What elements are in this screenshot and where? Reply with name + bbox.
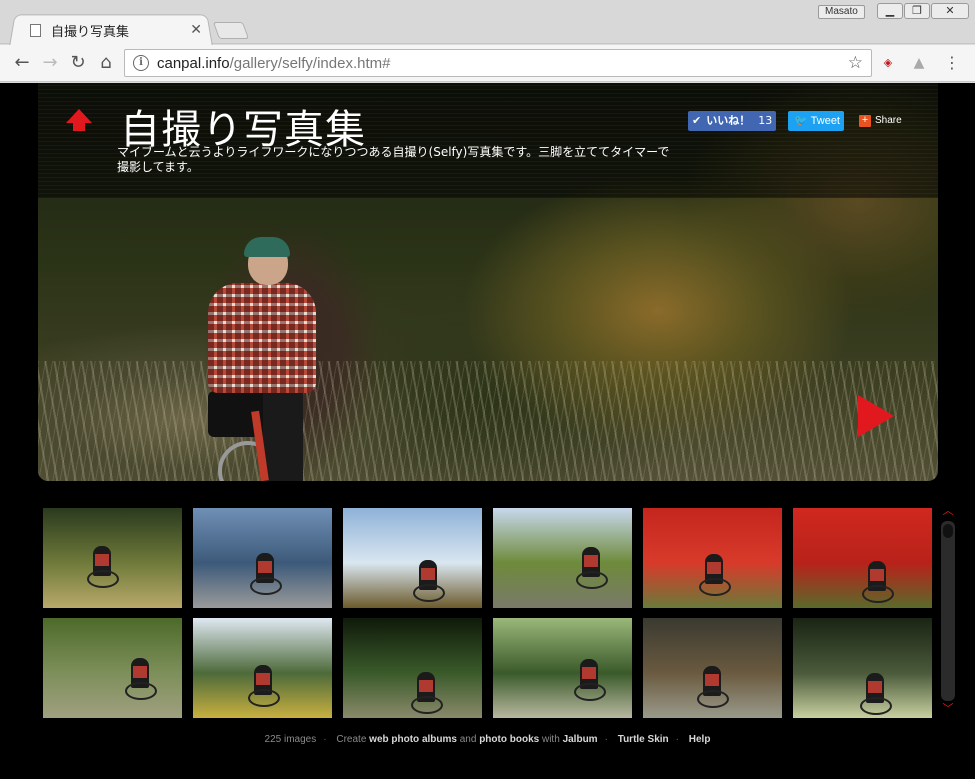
photo-books-link[interactable]: photo books: [479, 734, 539, 745]
minimize-icon[interactable]: ▁: [877, 3, 903, 19]
tweet-button[interactable]: 🐦 Tweet: [788, 111, 844, 131]
like-count: 13: [758, 114, 773, 127]
url-host: canpal.info: [157, 55, 230, 72]
thumbnail-cyclist: [250, 553, 282, 595]
thumbnail-cyclist: [699, 554, 731, 596]
thumbnail-11[interactable]: [643, 618, 782, 718]
thumbnail-cyclist: [413, 560, 445, 602]
url-text[interactable]: canpal.info/gallery/selfy/index.htm#: [157, 55, 390, 72]
tab-gallery[interactable]: 自撮り写真集 ✕: [24, 16, 208, 44]
home-icon[interactable]: ⌂: [94, 51, 118, 75]
rider-shirt: [208, 283, 316, 393]
thumbnail-1[interactable]: [43, 508, 182, 608]
web-albums-link[interactable]: web photo albums: [369, 734, 457, 745]
menu-dots-icon[interactable]: ⋮: [942, 53, 962, 73]
thumbnail-cyclist: [125, 658, 157, 700]
tab-title: 自撮り写真集: [51, 23, 130, 39]
up-arrow-icon[interactable]: [66, 109, 92, 137]
reload-icon[interactable]: ↻: [66, 51, 90, 75]
check-icon: ✔: [692, 114, 702, 127]
thumbnail-cyclist: [860, 673, 892, 715]
maximize-icon[interactable]: ❐: [904, 3, 930, 19]
browser-window: 自撮り写真集 ✕ Masato ▁ ❐ ✕ ← → ↻ ⌂ i canpal.i…: [0, 0, 975, 779]
thumbnail-10[interactable]: [493, 618, 632, 718]
image-count: 225 images: [264, 734, 317, 745]
skin-link[interactable]: Turtle Skin: [618, 734, 669, 745]
info-icon[interactable]: i: [133, 55, 149, 71]
drive-extension-icon[interactable]: ▲: [909, 53, 929, 73]
thumbnail-12[interactable]: [793, 618, 932, 718]
page-footer: 225 images · Create web photo albums and …: [264, 734, 711, 745]
gallery-page: 自撮り写真集 マイブームと云うよりライフワークになりつつある自撮り(Selfy)…: [0, 83, 975, 779]
thumbnail-cyclist: [574, 659, 606, 701]
play-slideshow-icon[interactable]: [858, 395, 894, 437]
thumbnail-scrollbar[interactable]: [941, 521, 955, 701]
thumbnail-7[interactable]: [43, 618, 182, 718]
thumbnail-cyclist: [411, 672, 443, 714]
bookmark-star-icon[interactable]: ☆: [848, 53, 863, 73]
hero-grass: [38, 361, 938, 481]
thumbnail-9[interactable]: [343, 618, 482, 718]
thumbnail-grid: [43, 508, 933, 718]
scroll-up-chevron-icon[interactable]: ︿: [941, 505, 955, 516]
help-link[interactable]: Help: [689, 734, 711, 745]
thumbnail-3[interactable]: [343, 508, 482, 608]
facebook-like-button[interactable]: ✔ いいね！ 13: [688, 111, 776, 131]
url-path: /gallery/selfy/index.htm#: [229, 55, 391, 72]
back-arrow-icon[interactable]: ←: [10, 51, 34, 75]
thumbnail-cyclist: [697, 666, 729, 708]
footer-and: and: [459, 734, 477, 745]
address-bar[interactable]: i canpal.info/gallery/selfy/index.htm# ☆: [124, 49, 872, 77]
close-icon[interactable]: ✕: [190, 22, 202, 38]
adblock-extension-icon[interactable]: ◈: [878, 53, 898, 73]
thumbnail-4[interactable]: [493, 508, 632, 608]
jalbum-link[interactable]: Jalbum: [563, 734, 598, 745]
share-button[interactable]: + Share: [859, 114, 902, 128]
footer-create: Create: [336, 734, 367, 745]
plus-icon: +: [859, 115, 871, 127]
page-icon: [30, 23, 41, 37]
profile-button[interactable]: Masato: [818, 5, 865, 19]
rider-cap: [244, 237, 290, 257]
rider-legs: [263, 391, 303, 481]
tweet-label: Tweet: [810, 115, 840, 127]
scroll-down-chevron-icon[interactable]: ﹀: [941, 703, 955, 714]
thumbnail-5[interactable]: [643, 508, 782, 608]
thumbnail-8[interactable]: [193, 618, 332, 718]
thumbnail-cyclist: [862, 561, 894, 603]
share-label: Share: [875, 115, 902, 126]
thumbnail-2[interactable]: [193, 508, 332, 608]
forward-arrow-icon[interactable]: →: [38, 51, 62, 75]
scrollbar-thumb[interactable]: [943, 524, 953, 538]
thumbnail-cyclist: [576, 547, 608, 589]
twitter-bird-icon: 🐦: [794, 115, 808, 127]
window-close-icon[interactable]: ✕: [931, 3, 969, 19]
like-label: いいね！: [706, 114, 751, 127]
tab-strip: 自撮り写真集 ✕ Masato ▁ ❐ ✕: [0, 0, 975, 46]
thumbnail-cyclist: [87, 546, 119, 588]
thumbnail-6[interactable]: [793, 508, 932, 608]
browser-toolbar: ← → ↻ ⌂ i canpal.info/gallery/selfy/inde…: [0, 45, 975, 82]
new-tab-button[interactable]: [212, 22, 250, 39]
thumbnail-cyclist: [248, 665, 280, 707]
hero-cyclist: [208, 237, 318, 481]
footer-with: with: [541, 734, 560, 745]
page-description: マイブームと云うよりライフワークになりつつある自撮り(Selfy)写真集です。三…: [117, 145, 670, 174]
